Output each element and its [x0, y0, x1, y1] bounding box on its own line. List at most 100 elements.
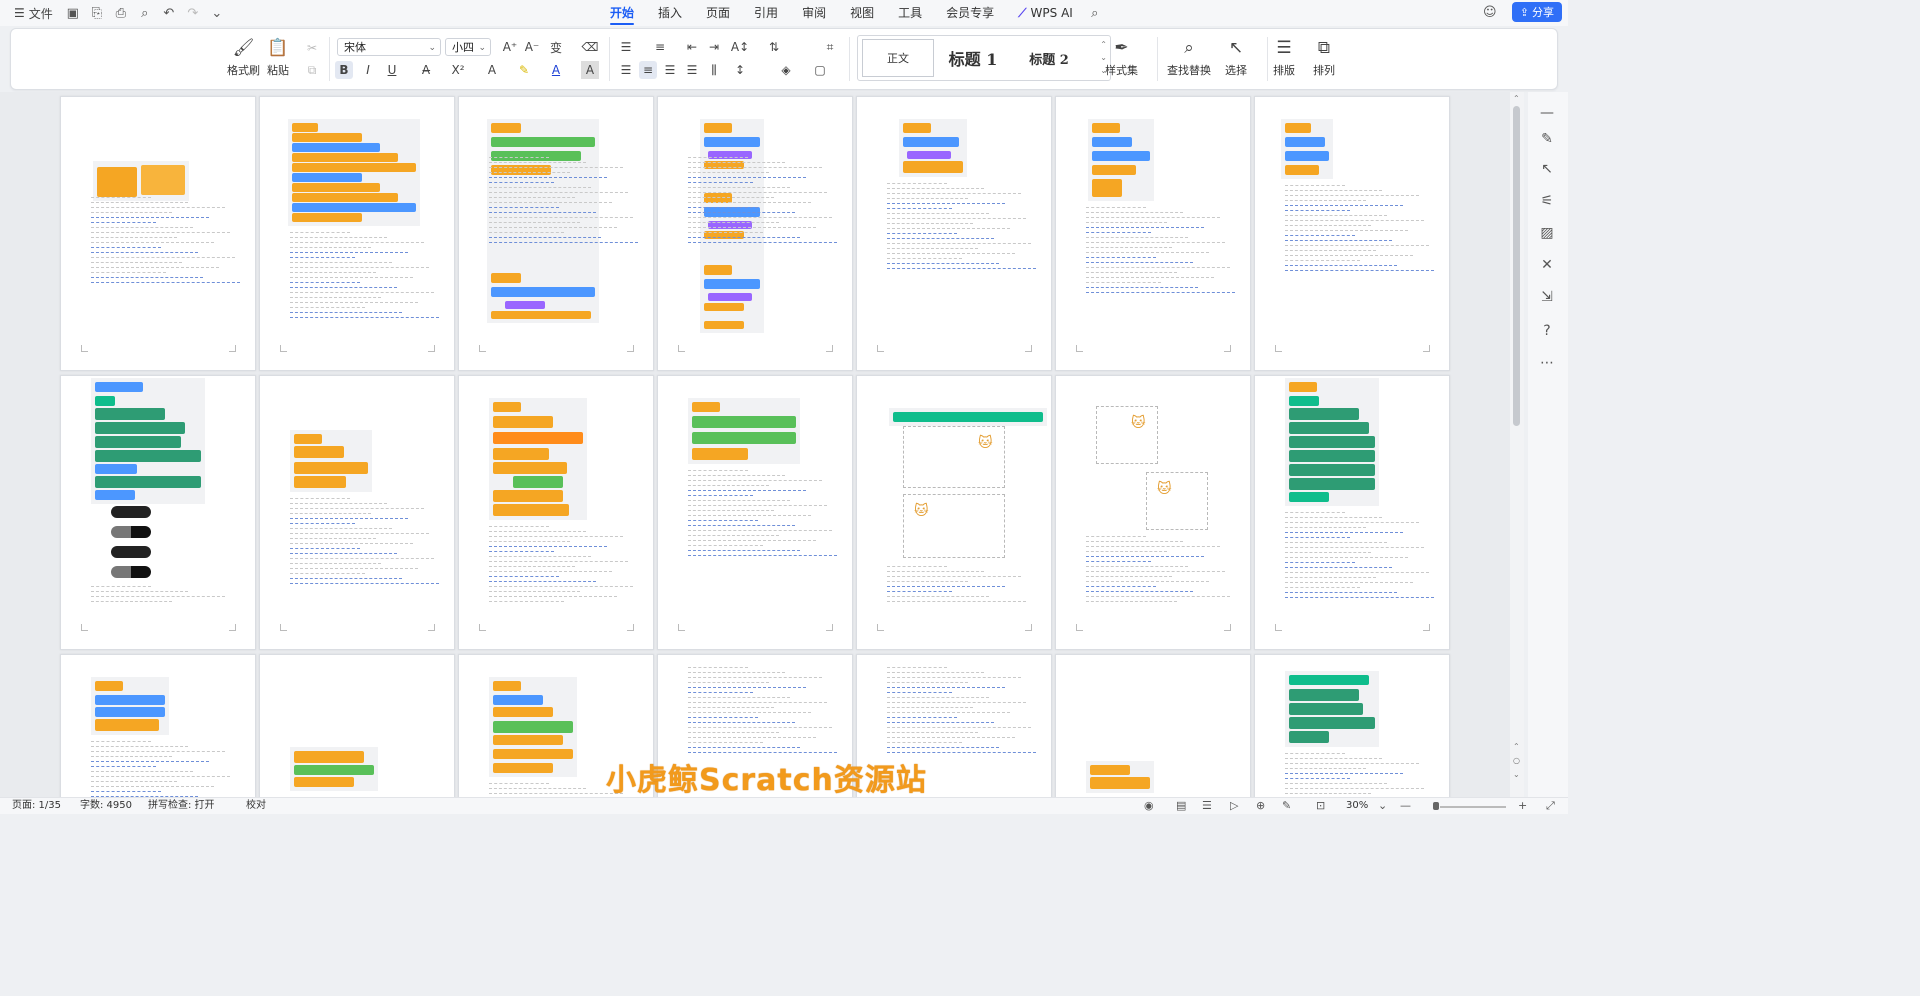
page-thumbnail[interactable]: [1055, 96, 1251, 371]
redo-icon[interactable]: ↷: [183, 3, 203, 23]
distribute-icon[interactable]: ⫼: [705, 61, 723, 79]
shrink-font-icon[interactable]: A⁻: [523, 38, 541, 56]
spell-check-toggle[interactable]: 拼写检查: 打开: [148, 799, 215, 813]
bold-icon[interactable]: B: [335, 61, 353, 79]
highlight-icon[interactable]: ✎: [515, 61, 533, 79]
arrange-button[interactable]: ⧉ 排列: [1313, 37, 1335, 78]
decrease-indent-icon[interactable]: ⇤: [683, 38, 701, 56]
justify-icon[interactable]: ☰: [683, 61, 701, 79]
save-icon[interactable]: ▣: [63, 3, 83, 23]
page-thumbnail[interactable]: [657, 375, 853, 650]
share-button[interactable]: ⇪ 分享: [1511, 2, 1562, 22]
prev-page-icon[interactable]: ⌃: [1513, 742, 1520, 751]
strikethrough-icon[interactable]: A̶: [417, 61, 435, 79]
shading-icon[interactable]: ◈: [777, 61, 795, 79]
page-thumbnail[interactable]: 🐱 🐱: [1055, 375, 1251, 650]
pen-icon[interactable]: ✎: [1538, 130, 1556, 148]
page-indicator[interactable]: 页面: 1/35: [12, 799, 61, 813]
page-thumbnail[interactable]: [458, 375, 654, 650]
tab-home[interactable]: 开始: [598, 0, 646, 26]
sort-icon[interactable]: ⇅: [765, 38, 783, 56]
page-thumbnail[interactable]: [259, 375, 455, 650]
page-thumbnail[interactable]: [60, 654, 256, 797]
adjust-icon[interactable]: ⚟: [1538, 192, 1556, 210]
italic-icon[interactable]: I: [359, 61, 377, 79]
find-replace-button[interactable]: ⌕ 查找替换: [1167, 37, 1211, 78]
print-icon[interactable]: ⎙: [111, 3, 131, 23]
undo-icon[interactable]: ↶: [159, 3, 179, 23]
annotate-icon[interactable]: ✎: [1282, 799, 1291, 812]
tab-member[interactable]: 会员专享: [934, 0, 1006, 26]
style-set-button[interactable]: ✒ 样式集: [1105, 37, 1138, 78]
numbered-list-icon[interactable]: ≡: [651, 38, 669, 56]
scrollbar-thumb[interactable]: [1513, 106, 1520, 426]
bullet-list-icon[interactable]: ☰: [617, 38, 635, 56]
play-icon[interactable]: ▷: [1230, 799, 1238, 812]
increase-indent-icon[interactable]: ⇥: [705, 38, 723, 56]
font-name-select[interactable]: 宋体 ⌄: [337, 38, 441, 56]
wps-ai-button[interactable]: ⟋ WPS AI: [1006, 0, 1085, 26]
fullscreen-icon[interactable]: ⤢: [1546, 799, 1555, 813]
layout-button[interactable]: ☰ 排版: [1273, 37, 1295, 78]
cut-icon[interactable]: ✂: [303, 39, 321, 57]
page-thumbnail[interactable]: [1055, 654, 1251, 797]
superscript-icon[interactable]: X²: [449, 61, 467, 79]
text-effect-icon[interactable]: A: [483, 61, 501, 79]
minimize-panel-icon[interactable]: —: [1538, 104, 1556, 122]
align-right-icon[interactable]: ☰: [661, 61, 679, 79]
paste-button[interactable]: 📋 粘贴: [267, 37, 289, 78]
tab-page[interactable]: 页面: [694, 0, 742, 26]
print-preview-icon[interactable]: ⌕: [135, 3, 155, 23]
show-marks-icon[interactable]: ⌗: [821, 38, 839, 56]
image-tool-icon[interactable]: ▨: [1538, 224, 1556, 242]
pointer-icon[interactable]: ↖: [1538, 160, 1556, 178]
phonetic-guide-icon[interactable]: 变: [547, 38, 565, 56]
next-page-icon[interactable]: ⌄: [1513, 770, 1520, 779]
share-doc-icon[interactable]: ⇲: [1538, 288, 1556, 306]
search-icon[interactable]: ⌕: [1085, 3, 1105, 23]
pdf-export-icon[interactable]: ⎘: [87, 3, 107, 23]
format-painter-button[interactable]: 🖌 格式刷: [227, 37, 260, 78]
chevron-down-icon[interactable]: ⌄: [1378, 799, 1387, 812]
tab-review[interactable]: 审阅: [790, 0, 838, 26]
font-size-select[interactable]: 小四 ⌄: [445, 38, 491, 56]
style-heading-1[interactable]: 标题 1: [934, 40, 1012, 76]
eye-protection-icon[interactable]: ◉: [1144, 799, 1154, 812]
page-thumbnail[interactable]: [1254, 375, 1450, 650]
border-icon[interactable]: ▢: [811, 61, 829, 79]
file-menu[interactable]: ☰ 文件: [14, 2, 63, 24]
align-left-icon[interactable]: ☰: [617, 61, 635, 79]
line-spacing-icon[interactable]: ↕: [731, 61, 749, 79]
outline-view-icon[interactable]: ☰: [1202, 799, 1212, 812]
tab-insert[interactable]: 插入: [646, 0, 694, 26]
comment-icon[interactable]: ☺: [1480, 2, 1500, 22]
grow-font-icon[interactable]: A⁺: [501, 38, 519, 56]
clear-format-icon[interactable]: ⌫: [581, 38, 599, 56]
style-heading-2[interactable]: 标题 2: [1012, 40, 1086, 76]
font-color-icon[interactable]: A: [547, 61, 565, 79]
zoom-level[interactable]: 30%: [1346, 799, 1368, 813]
zoom-slider[interactable]: [1440, 806, 1506, 808]
page-thumbnail[interactable]: [458, 96, 654, 371]
more-quick-access-icon[interactable]: ⌄: [207, 3, 227, 23]
character-shading-icon[interactable]: A: [581, 61, 599, 79]
zoom-in-icon[interactable]: +: [1518, 799, 1527, 812]
page-thumbnail[interactable]: [259, 654, 455, 797]
tab-tools[interactable]: 工具: [886, 0, 934, 26]
proofread-button[interactable]: 校对: [246, 799, 266, 813]
tab-references[interactable]: 引用: [742, 0, 790, 26]
toolbox-icon[interactable]: ✕: [1538, 256, 1556, 274]
more-icon[interactable]: ⋯: [1538, 354, 1556, 372]
zoom-slider-knob[interactable]: [1433, 802, 1439, 810]
style-normal[interactable]: 正文: [862, 39, 934, 77]
page-thumbnail[interactable]: [1254, 654, 1450, 797]
web-view-icon[interactable]: ⊕: [1256, 799, 1265, 812]
page-thumbnail[interactable]: [1254, 96, 1450, 371]
page-thumbnail[interactable]: [259, 96, 455, 371]
zoom-out-icon[interactable]: —: [1400, 799, 1411, 812]
word-count[interactable]: 字数: 4950: [80, 799, 132, 813]
page-thumbnail[interactable]: [856, 96, 1052, 371]
page-thumbnail[interactable]: [60, 96, 256, 371]
page-view-icon[interactable]: ▤: [1176, 799, 1186, 812]
page-thumbnail[interactable]: [60, 375, 256, 650]
